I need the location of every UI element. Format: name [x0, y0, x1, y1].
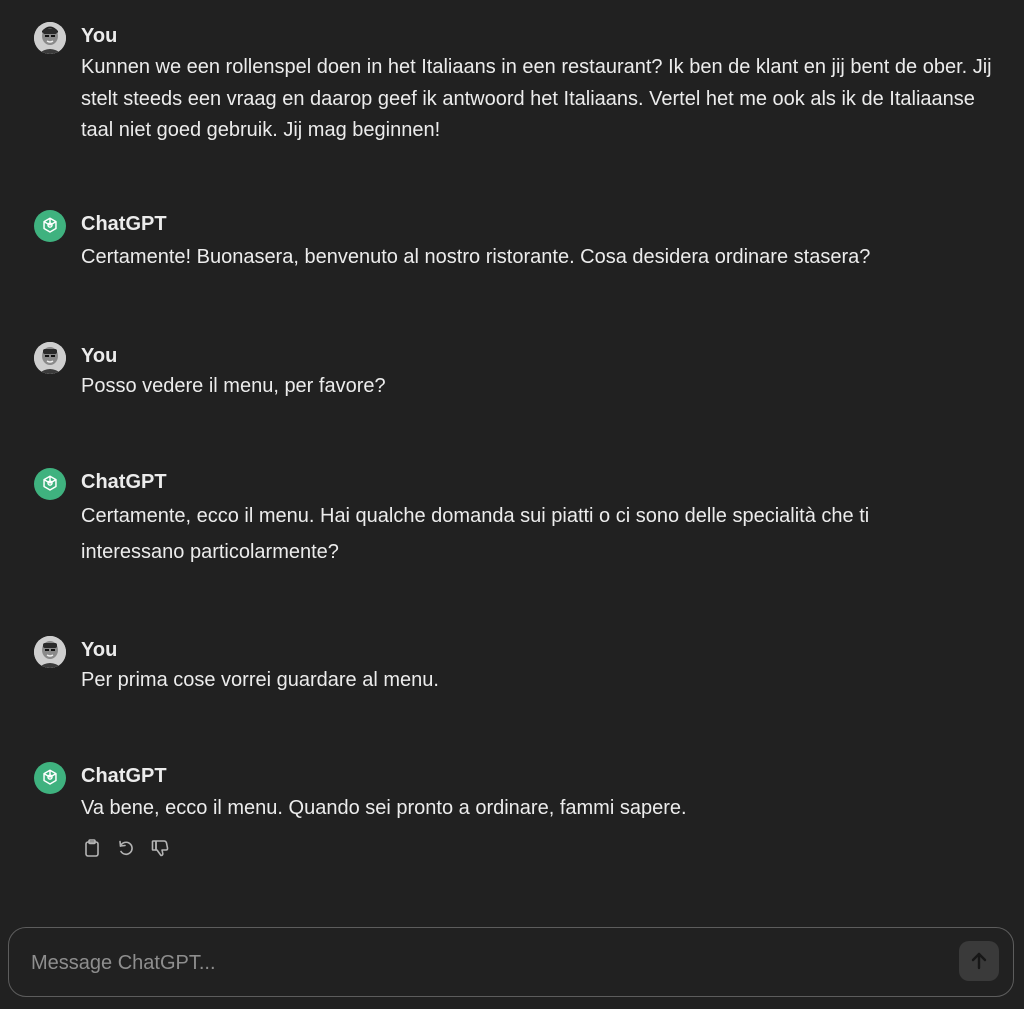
message-author: You	[81, 345, 118, 367]
message-assistant: ChatGPT Certamente! Buonasera, benvenuto…	[34, 210, 994, 280]
chatgpt-logo-icon	[34, 468, 66, 500]
message-author: You	[81, 25, 118, 47]
message-user: You Kunnen we een rollenspel doen in het…	[34, 22, 994, 152]
user-avatar	[34, 636, 66, 668]
thumbs-down-icon	[151, 840, 169, 857]
message-actions	[81, 837, 171, 859]
send-button[interactable]	[959, 941, 999, 981]
message-text: Posso vedere il menu, per favore?	[81, 375, 386, 397]
clipboard-icon	[85, 839, 99, 857]
message-text: Certamente! Buonasera, benvenuto al nost…	[81, 246, 871, 268]
message-assistant: ChatGPT Certamente, ecco il menu. Hai qu…	[34, 468, 994, 568]
message-author: ChatGPT	[81, 213, 167, 235]
message-input[interactable]	[29, 942, 933, 984]
regenerate-button[interactable]	[115, 837, 137, 859]
message-text: Per prima cose vorrei guardare al menu.	[81, 669, 439, 691]
regenerate-icon	[119, 840, 133, 856]
message-assistant: ChatGPT Va bene, ecco il menu. Quando se…	[34, 762, 994, 872]
arrow-up-icon	[971, 952, 987, 970]
message-author: You	[81, 639, 118, 661]
message-text: Va bene, ecco il menu. Quando sei pronto…	[81, 797, 687, 819]
copy-button[interactable]	[81, 837, 103, 859]
dislike-button[interactable]	[149, 837, 171, 859]
user-avatar	[34, 22, 66, 54]
chatgpt-logo-icon	[34, 762, 66, 794]
user-avatar	[34, 342, 66, 374]
message-author: ChatGPT	[81, 765, 167, 787]
chatgpt-logo-icon	[34, 210, 66, 242]
message-user: You Posso vedere il menu, per favore?	[34, 342, 994, 402]
message-text: Certamente, ecco il menu. Hai qualche do…	[81, 505, 870, 563]
message-text: Kunnen we een rollenspel doen in het Ita…	[81, 56, 992, 141]
message-composer	[8, 927, 1014, 997]
message-user: You Per prima cose vorrei guardare al me…	[34, 636, 994, 696]
message-author: ChatGPT	[81, 471, 167, 493]
